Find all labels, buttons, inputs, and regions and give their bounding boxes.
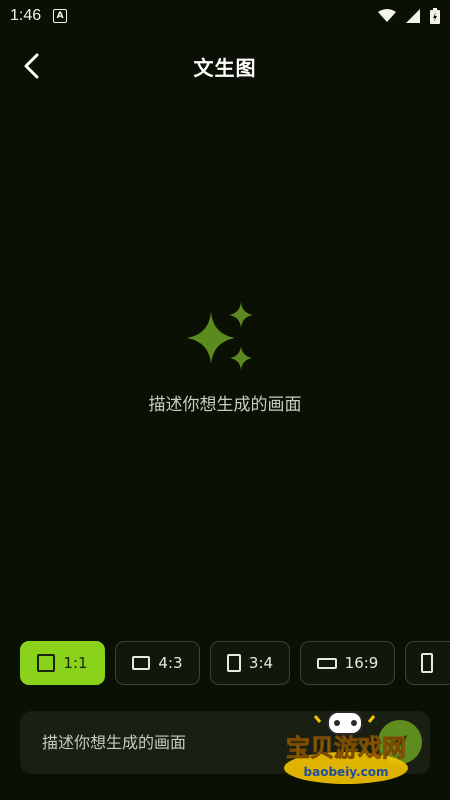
aspect-ratio-selector: 1:1 4:3 3:4 16:9 <box>20 641 450 687</box>
prompt-input[interactable] <box>40 732 410 753</box>
chevron-left-icon <box>24 53 39 79</box>
ratio-label: 4:3 <box>158 654 183 672</box>
status-icons <box>378 8 440 24</box>
wifi-icon <box>378 9 396 22</box>
header: 文生图 <box>0 38 450 94</box>
ratio-option-4-3[interactable]: 4:3 <box>115 641 200 685</box>
landscape-shape-icon <box>132 656 151 670</box>
prompt-bar <box>20 711 430 774</box>
back-button[interactable] <box>14 48 50 84</box>
generate-button[interactable] <box>378 720 422 764</box>
empty-state-text: 描述你想生成的画面 <box>148 395 302 415</box>
app-notification-icon: A <box>53 9 68 23</box>
send-icon <box>393 735 407 749</box>
ratio-option-16-9[interactable]: 16:9 <box>300 641 395 685</box>
tall-shape-icon <box>421 653 433 673</box>
status-bar: 1:46 A <box>0 0 450 32</box>
status-time: 1:46 <box>10 7 42 24</box>
sparkle-icon <box>187 302 253 370</box>
empty-state: 描述你想生成的画面 <box>0 300 450 415</box>
ratio-option-more[interactable] <box>405 641 450 685</box>
ratio-label: 1:1 <box>63 654 88 672</box>
ratio-label: 3:4 <box>248 654 274 672</box>
wide-shape-icon <box>316 657 337 669</box>
ratio-option-3-4[interactable]: 3:4 <box>210 641 290 685</box>
ratio-option-1-1[interactable]: 1:1 <box>20 641 105 685</box>
battery-icon <box>430 8 440 24</box>
square-shape-icon <box>37 654 56 672</box>
signal-icon <box>406 9 420 23</box>
portrait-shape-icon <box>226 654 241 672</box>
page-title: 文生图 <box>193 55 257 80</box>
ratio-label: 16:9 <box>344 654 379 672</box>
